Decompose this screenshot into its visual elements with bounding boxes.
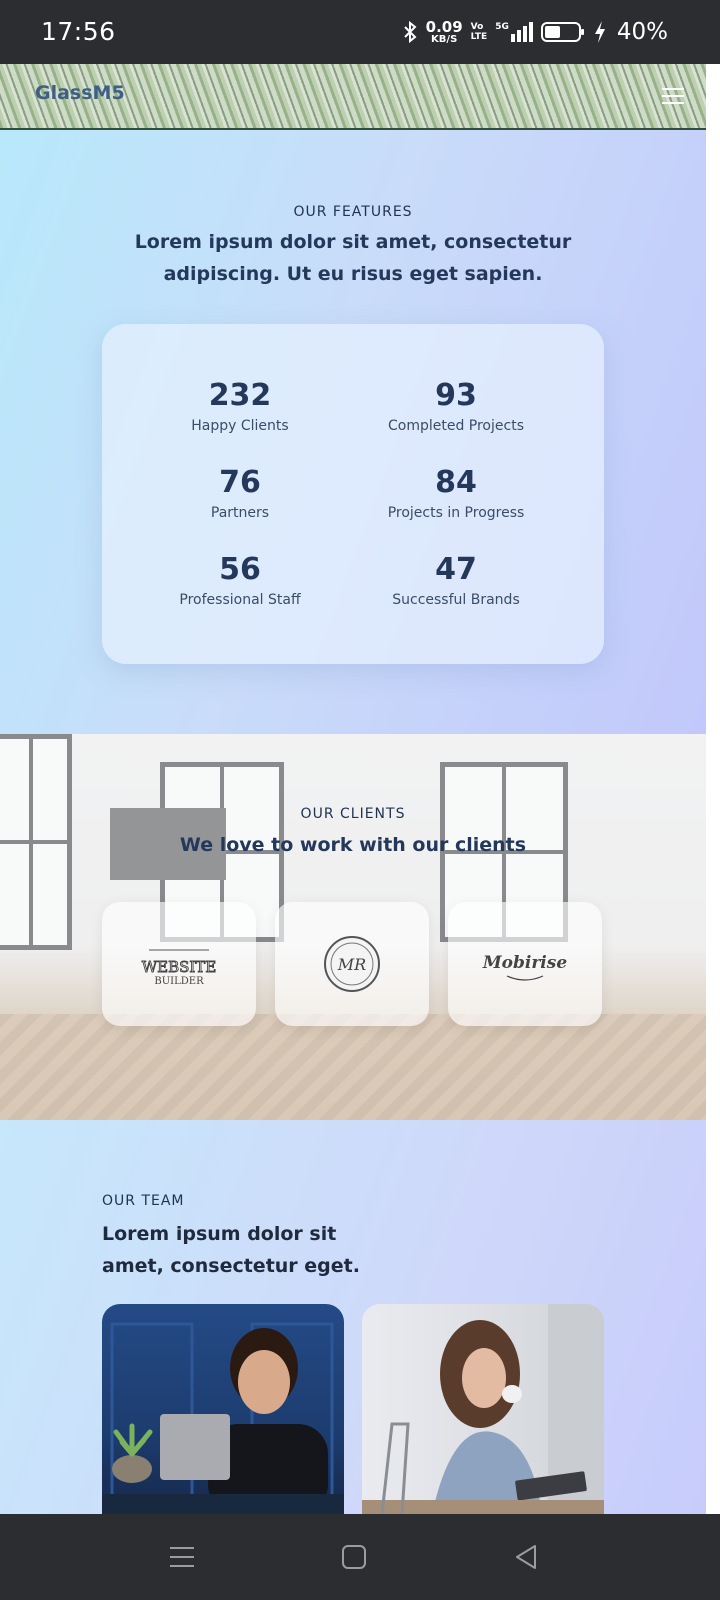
net-speed-unit: KB/S — [431, 33, 458, 45]
stat-value: 84 — [435, 465, 477, 500]
clients-label: OUR CLIENTS — [300, 806, 406, 822]
net-speed: 0.09 KB/S — [425, 17, 463, 45]
stat-value: 47 — [435, 552, 477, 587]
team-member-photo[interactable] — [362, 1304, 604, 1514]
stat-value: 232 — [208, 378, 272, 413]
recent-apps-icon[interactable] — [167, 1542, 197, 1572]
stat-value: 76 — [219, 465, 261, 500]
features-heading: Lorem ipsum dolor sit amet, consectetur … — [134, 231, 572, 285]
volte-bottom: LTE — [470, 32, 488, 42]
network-type: 5G — [495, 22, 509, 32]
website-builder-logo: WEBSITE BUILDER — [141, 949, 217, 987]
team-member-photo[interactable] — [102, 1304, 344, 1514]
team-label: OUR TEAM — [102, 1193, 185, 1209]
stat-item: 56 Professional Staff — [130, 552, 350, 608]
svg-text:Mobirise: Mobirise — [482, 953, 567, 973]
stat-label: Successful Brands — [392, 592, 520, 608]
signal-icon: 5G — [495, 22, 533, 42]
client-logo-card[interactable]: WEBSITE BUILDER — [102, 902, 256, 1026]
stat-value: 93 — [435, 378, 477, 413]
client-logo-card[interactable]: Mobirise — [448, 902, 602, 1026]
features-section: OUR FEATURES Lorem ipsum dolor sit amet,… — [0, 130, 706, 735]
system-nav-bar — [0, 1514, 720, 1600]
menu-icon[interactable] — [662, 88, 684, 104]
stat-item: 76 Partners — [130, 465, 350, 521]
man-with-laptop-image — [102, 1322, 344, 1514]
stat-value: 56 — [219, 552, 261, 587]
stat-label: Partners — [210, 505, 270, 521]
svg-text:WEBSITE: WEBSITE — [142, 958, 217, 976]
status-icons: 0.09 KB/S Vo LTE 5G 40% — [402, 18, 668, 46]
battery-icon — [540, 22, 584, 42]
clients-section: OUR CLIENTS We love to work with our cli… — [0, 734, 706, 1120]
status-bar: 17:56 0.09 KB/S Vo LTE 5G 40% — [0, 0, 720, 64]
mobirise-logo: Mobirise — [482, 953, 567, 981]
team-section: OUR TEAM Lorem ipsum dolor sit amet, con… — [0, 1120, 706, 1514]
features-label: OUR FEATURES — [293, 204, 413, 220]
back-icon[interactable] — [511, 1542, 541, 1572]
bluetooth-icon — [403, 20, 417, 44]
home-icon[interactable] — [339, 1542, 369, 1572]
stat-item: 47 Successful Brands — [346, 552, 566, 608]
stat-label: Professional Staff — [179, 592, 301, 608]
battery-percent: 40% — [616, 19, 668, 45]
status-time: 17:56 — [41, 17, 116, 46]
stat-label: Happy Clients — [191, 418, 289, 434]
clients-heading: We love to work with our clients — [179, 834, 527, 856]
stat-item: 232 Happy Clients — [130, 378, 350, 434]
stats-card: 232 Happy Clients 93 Completed Projects … — [102, 324, 604, 664]
mr-seal-logo: MR — [324, 936, 380, 992]
stat-label: Projects in Progress — [387, 505, 525, 521]
charging-icon — [594, 21, 605, 43]
stat-item: 93 Completed Projects — [346, 378, 566, 434]
client-logo-card[interactable]: MR — [275, 902, 429, 1026]
stat-label: Completed Projects — [387, 418, 524, 434]
svg-text:MR: MR — [337, 955, 366, 974]
svg-text:BUILDER: BUILDER — [154, 976, 204, 987]
brand-logo[interactable]: GlassM5 — [35, 82, 125, 104]
volte-indicator: Vo LTE — [471, 22, 488, 42]
stat-item: 84 Projects in Progress — [346, 465, 566, 521]
site-header: GlassM5 — [0, 64, 706, 130]
volte-top: Vo — [470, 22, 484, 32]
net-speed-value: 0.09 — [425, 17, 463, 36]
page-gutter — [706, 64, 720, 1514]
team-heading: Lorem ipsum dolor sit amet, consectetur … — [102, 1223, 360, 1277]
woman-with-laptop-image — [362, 1304, 604, 1514]
